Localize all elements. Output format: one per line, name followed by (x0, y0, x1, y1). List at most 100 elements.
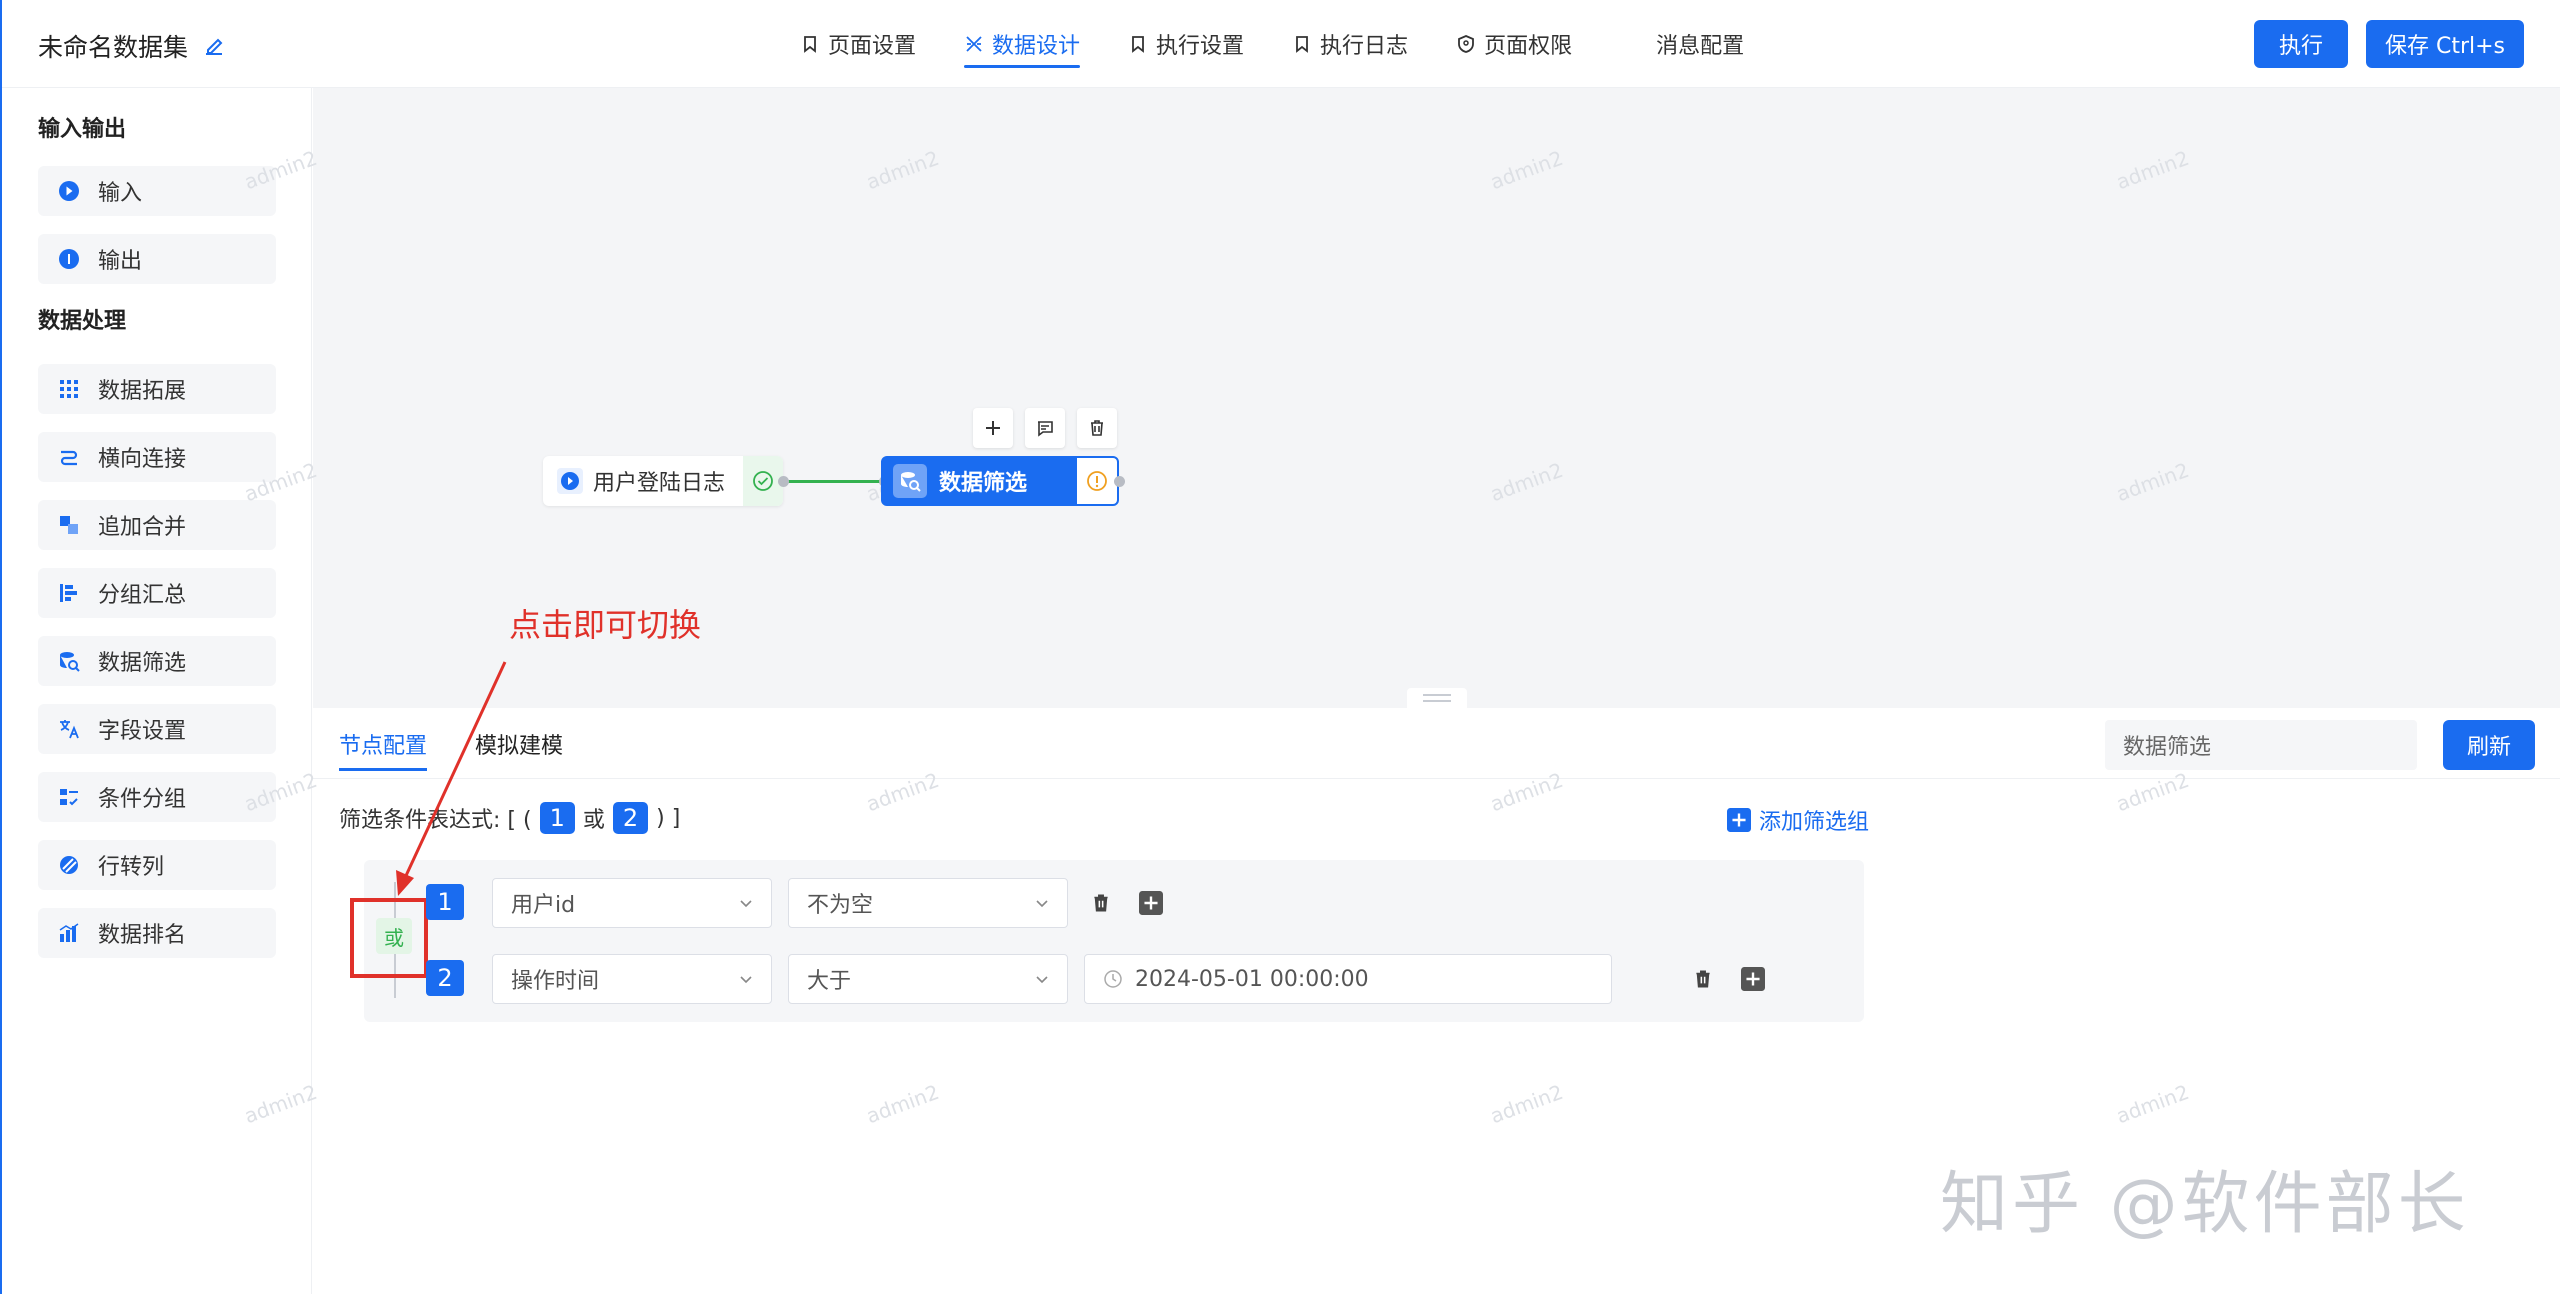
add-condition-icon[interactable] (1740, 966, 1766, 992)
connection-line (783, 480, 883, 483)
sidebar-item-append-merge[interactable]: 追加合并 (38, 500, 276, 550)
chevron-down-icon (1036, 976, 1048, 984)
operator-select[interactable]: 不为空 (788, 878, 1068, 928)
save-button[interactable]: 保存 Ctrl+s (2366, 20, 2524, 68)
sidebar-item-data-filter[interactable]: 数据筛选 (38, 636, 276, 686)
panel-resize-handle[interactable] (1407, 688, 1467, 708)
main-nav: 页面设置 数据设计 执行设置 执行日志 页面权限 消息配置 (800, 0, 1792, 88)
tab-page-settings[interactable]: 页面设置 (800, 0, 916, 88)
add-condition-icon[interactable] (1138, 890, 1164, 916)
output-port[interactable] (778, 476, 789, 487)
shield-icon (1458, 35, 1474, 53)
tab-label: 页面设置 (828, 34, 917, 59)
component-sidebar: 输入输出 输入 输出 数据处理 数据拓展 横向连接 追加合并 分组汇总 数据筛选… (0, 88, 312, 1294)
tab-label: 数据设计 (992, 34, 1081, 59)
node-name-input[interactable]: 数据筛选 (2105, 720, 2417, 770)
bookmark-icon (1132, 36, 1144, 53)
sidebar-item-condition-group[interactable]: 条件分组 (38, 772, 276, 822)
add-filter-group-label: 添加筛选组 (1759, 810, 1870, 835)
sidebar-item-output[interactable]: 输出 (38, 234, 276, 284)
execute-button[interactable]: 执行 (2254, 20, 2348, 68)
watermark: admin2 (1487, 457, 1567, 507)
sidebar-item-label: 输出 (98, 249, 143, 274)
design-canvas[interactable]: admin2 admin2 admin2 admin2 admin2 admin… (241, 88, 2560, 708)
source-node[interactable]: 用户登陆日志 (543, 456, 783, 506)
delete-condition-icon[interactable] (1088, 890, 1114, 916)
sidebar-item-field-settings[interactable]: 字段设置 (38, 704, 276, 754)
filter-node-label: 数据筛选 (939, 471, 1028, 496)
left-edge-accent (0, 0, 2, 1294)
watermark: admin2 (1487, 767, 1567, 817)
condition-icon (60, 789, 78, 806)
output-port[interactable] (1114, 476, 1125, 487)
expression-badge-1: 1 (539, 802, 575, 834)
expression-badge-2: 2 (612, 802, 649, 834)
operator-select[interactable]: 大于 (788, 954, 1068, 1004)
sidebar-item-row-to-column[interactable]: 行转列 (38, 840, 276, 890)
tab-data-design[interactable]: 数据设计 (964, 0, 1081, 88)
merge-icon (60, 516, 78, 534)
sidebar-item-label: 数据筛选 (98, 651, 187, 676)
watermark: admin2 (1487, 145, 1567, 195)
field-select-value: 操作时间 (511, 969, 600, 994)
delete-node-icon[interactable] (1077, 408, 1117, 448)
tab-node-config[interactable]: 节点配置 (339, 728, 428, 771)
field-select[interactable]: 用户id (492, 878, 772, 928)
watermark: admin2 (2113, 1079, 2193, 1129)
operator-select-value: 大于 (807, 969, 852, 994)
clock-icon (1104, 970, 1122, 988)
tab-page-permissions[interactable]: 页面权限 (1456, 0, 1572, 88)
design-icon (966, 36, 982, 52)
watermark: admin2 (863, 767, 943, 817)
condition-number: 1 (426, 884, 464, 920)
condition-number: 2 (426, 960, 464, 996)
sidebar-item-group-summary[interactable]: 分组汇总 (38, 568, 276, 618)
sidebar-item-label: 分组汇总 (98, 583, 187, 608)
refresh-button[interactable]: 刷新 (2443, 720, 2535, 770)
dataset-title-text: 未命名数据集 (38, 33, 189, 62)
field-select[interactable]: 操作时间 (492, 954, 772, 1004)
chevron-down-icon (740, 900, 752, 908)
sidebar-item-label: 行转列 (98, 855, 165, 880)
add-node-icon[interactable] (973, 408, 1013, 448)
translate-icon (60, 720, 79, 739)
sidebar-item-data-ranking[interactable]: 数据排名 (38, 908, 276, 958)
tab-label: 执行设置 (1156, 34, 1245, 59)
delete-condition-icon[interactable] (1690, 966, 1716, 992)
tab-execute-settings[interactable]: 执行设置 (1128, 0, 1244, 88)
annotation-text: 点击即可切换 (509, 606, 702, 644)
dataset-title: 未命名数据集 (38, 28, 226, 64)
watermark: admin2 (1487, 1079, 1567, 1129)
filter-node[interactable]: 数据筛选 (881, 456, 1119, 506)
chevron-down-icon (1036, 900, 1048, 908)
add-filter-group-button[interactable]: 添加筛选组 (1727, 804, 1869, 836)
sidebar-item-input[interactable]: 输入 (38, 166, 276, 216)
watermark: admin2 (863, 1079, 943, 1129)
tab-message-config[interactable]: 消息配置 (1656, 0, 1744, 88)
filter-expression: 筛选条件表达式: [ ( 1 或 2 ) ] (339, 802, 680, 834)
sidebar-item-label: 追加合并 (98, 515, 187, 540)
field-select-value: 用户id (511, 893, 576, 918)
sidebar-item-horizontal-join[interactable]: 横向连接 (38, 432, 276, 482)
sidebar-item-label: 横向连接 (98, 447, 187, 472)
source-node-label: 用户登陆日志 (593, 471, 726, 496)
sidebar-item-data-expand[interactable]: 数据拓展 (38, 364, 276, 414)
comment-icon[interactable] (1025, 408, 1065, 448)
tab-execute-log[interactable]: 执行日志 (1292, 0, 1408, 88)
watermark: admin2 (2113, 145, 2193, 195)
play-circle-icon (59, 181, 79, 201)
success-check-icon (743, 456, 783, 506)
node-name-value: 数据筛选 (2123, 735, 2212, 760)
footer-watermark: 知乎 @软件部长 (1940, 1165, 2470, 1244)
edit-icon[interactable] (202, 34, 226, 58)
tab-divider (313, 778, 2560, 779)
tab-label: 页面权限 (1484, 34, 1573, 59)
datetime-input[interactable]: 2024-05-01 00:00:00 (1084, 954, 1612, 1004)
expression-label: 筛选条件表达式: [ ( (339, 808, 532, 833)
sidebar-item-label: 条件分组 (98, 787, 187, 812)
tab-label: 消息配置 (1656, 34, 1745, 59)
add-square-icon (1727, 808, 1751, 832)
play-circle-icon (557, 468, 583, 494)
bookmark-icon (1296, 36, 1308, 53)
tab-simulation-modeling[interactable]: 模拟建模 (475, 728, 563, 760)
